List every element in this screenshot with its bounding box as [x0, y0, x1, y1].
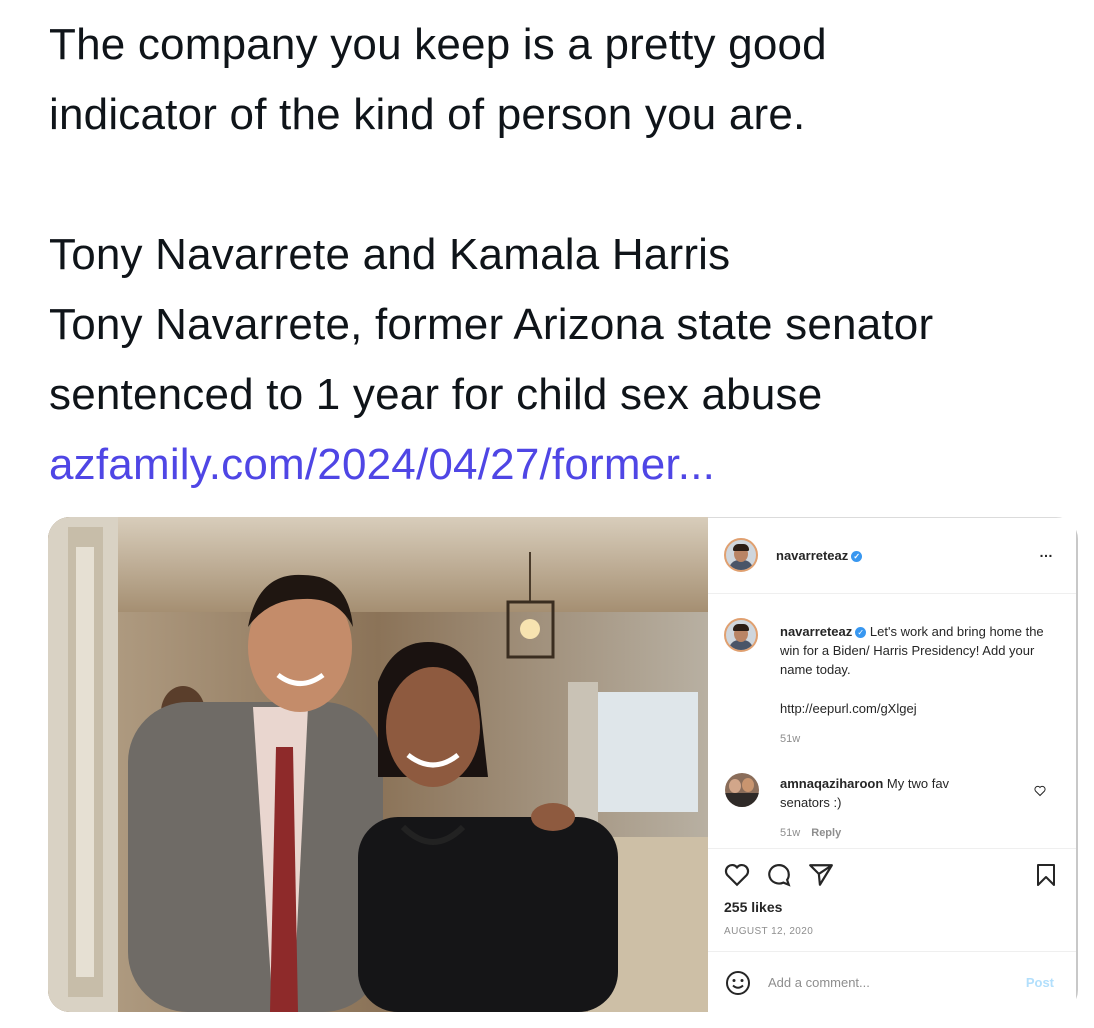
post: The company you keep is a pretty good in… — [0, 0, 1094, 1028]
add-comment-bar: Add a comment... Post — [708, 951, 1076, 1012]
emoji-icon[interactable] — [725, 970, 751, 996]
post-button[interactable]: Post — [1026, 975, 1054, 990]
comment-age: 51w — [780, 827, 801, 839]
avatar[interactable] — [724, 538, 758, 572]
comment-username[interactable]: amnaqaziharoon — [780, 776, 883, 791]
post-text-line: sentenced to 1 year for child sex abuse — [49, 370, 823, 419]
post-text-line: The company you keep is a pretty good — [49, 20, 827, 69]
share-icon[interactable] — [808, 862, 834, 888]
likes-count[interactable]: 255 likes — [724, 899, 782, 915]
comment-icon[interactable] — [766, 862, 792, 888]
post-text-line: Tony Navarrete, former Arizona state sen… — [49, 300, 934, 349]
add-comment-input[interactable]: Add a comment... — [768, 975, 870, 990]
post-date: AUGUST 12, 2020 — [724, 926, 814, 937]
post-text-line: Tony Navarrete and Kamala Harris — [49, 230, 731, 279]
verified-badge-icon: ✓ — [855, 627, 867, 638]
more-icon[interactable]: … — [1039, 544, 1054, 560]
caption-age: 51w — [780, 733, 801, 745]
caption-url[interactable]: http://eepurl.com/gXlgej — [780, 699, 1050, 718]
instagram-panel: navarreteaz ✓ … navarreteaz ✓ Let's work a… — [708, 517, 1078, 1012]
post-text: The company you keep is a pretty good in… — [49, 10, 1089, 500]
post-image[interactable]: navarreteaz ✓ … navarreteaz ✓ Let's work a… — [48, 517, 1078, 1012]
post-link[interactable]: azfamily.com/2024/04/27/former... — [49, 430, 1089, 500]
comment: amnaqaziharoon My two fav senators :) 51… — [780, 774, 1000, 843]
comment-avatar[interactable] — [725, 773, 759, 807]
actions-bar — [708, 848, 1076, 849]
caption: navarreteaz ✓ Let's work and bring home t… — [780, 622, 1050, 749]
caption-avatar[interactable] — [724, 618, 758, 652]
heart-icon[interactable] — [1034, 785, 1046, 797]
heart-icon[interactable] — [724, 862, 750, 888]
bookmark-icon[interactable] — [1034, 862, 1058, 888]
photo-illustration — [48, 517, 708, 1012]
ig-header-username[interactable]: navarreteaz ✓ — [776, 548, 863, 563]
reply-button[interactable]: Reply — [811, 827, 841, 839]
photo — [48, 517, 708, 1012]
post-text-line: indicator of the kind of person you are. — [49, 90, 806, 139]
caption-username[interactable]: navarreteaz — [780, 624, 852, 639]
verified-badge-icon: ✓ — [851, 551, 863, 562]
ig-header: navarreteaz ✓ … — [708, 518, 1076, 594]
